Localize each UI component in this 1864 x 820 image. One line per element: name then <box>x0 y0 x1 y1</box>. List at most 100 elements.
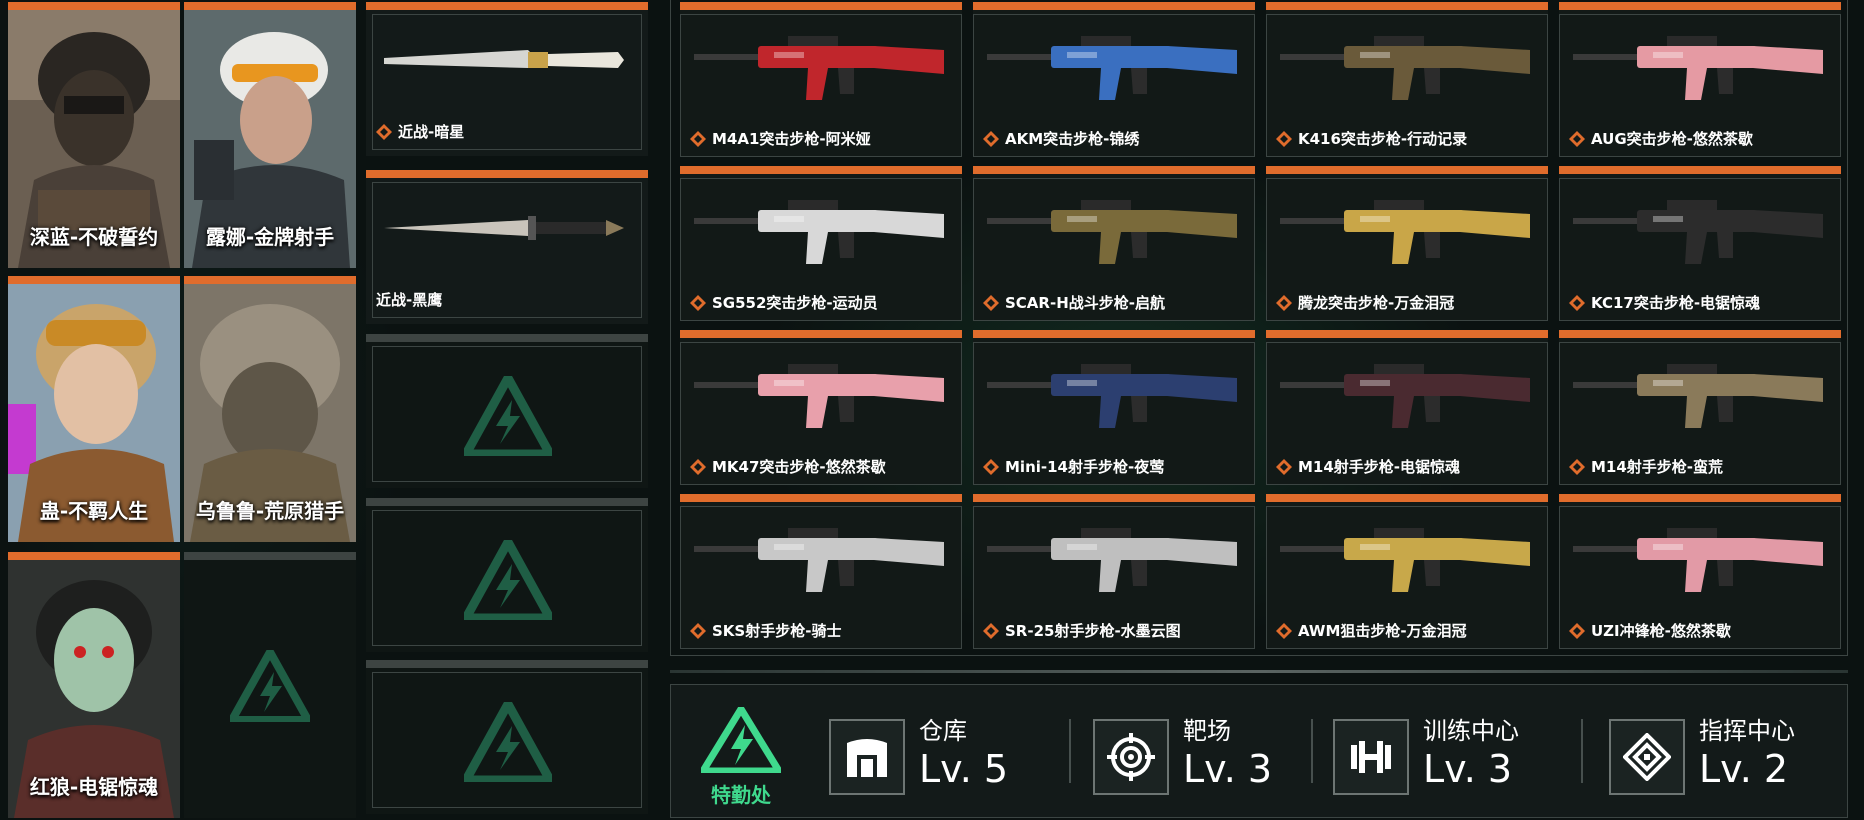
rarity-diamond-icon <box>1569 294 1585 311</box>
rifle-icon <box>694 36 944 100</box>
operator-card-honglang[interactable]: 红狼-电锯惊魂 <box>8 552 180 818</box>
operator-name: 露娜-金牌射手 <box>205 225 335 249</box>
facility-bar: 特勤处 仓库 Lv. 5 靶场 Lv. 3 训练中心 Lv. 3 指挥中心 Lv… <box>670 684 1848 818</box>
rarity-diamond-icon <box>1276 458 1292 475</box>
weapon-name: M4A1突击步枪-阿米娅 <box>712 130 871 148</box>
rifle-icon <box>1280 528 1530 592</box>
weapon-label: M4A1突击步枪-阿米娅 <box>690 128 871 149</box>
weapon-card[interactable]: SR-25射手步枪-水墨云图 <box>973 494 1255 649</box>
agency-lightning-logo <box>701 707 781 773</box>
operator-name: 乌鲁鲁-荒原猎手 <box>195 499 345 523</box>
weapon-card[interactable]: KC17突击步枪-电锯惊魂 <box>1559 166 1841 321</box>
weapon-label: 腾龙突击步枪-万金泪冠 <box>1276 292 1454 313</box>
weapon-label: SG552突击步枪-运动员 <box>690 292 878 313</box>
rifle-icon <box>1573 200 1823 264</box>
weapon-label: K416突击步枪-行动记录 <box>1276 128 1467 149</box>
melee-name: 近战-黑鹰 <box>376 291 443 309</box>
rarity-diamond-icon <box>983 294 999 311</box>
weapon-label: SCAR-H战斗步枪-启航 <box>983 292 1165 313</box>
operator-name: 蛊-不羁人生 <box>39 499 149 523</box>
facility-icon-frame <box>1609 719 1685 795</box>
melee-name: 近战-暗星 <box>398 123 465 141</box>
weapon-card[interactable]: K416突击步枪-行动记录 <box>1266 2 1548 157</box>
empty-slot-logo-icon <box>464 702 552 782</box>
rarity-diamond-icon <box>690 130 706 147</box>
weapon-name: KC17突击步枪-电锯惊魂 <box>1591 294 1761 312</box>
rarity-diamond-icon <box>1569 458 1585 475</box>
weapon-label: SKS射手步枪-骑士 <box>690 620 841 641</box>
rarity-diamond-icon <box>1276 622 1292 639</box>
rarity-diamond-icon <box>376 123 392 140</box>
rifle-icon <box>987 528 1237 592</box>
rarity-diamond-icon <box>1569 130 1585 147</box>
weapon-label: M14射手步枪-电锯惊魂 <box>1276 456 1460 477</box>
melee-card-heiying[interactable]: 近战-黑鹰 <box>366 170 648 324</box>
weapon-name: 腾龙突击步枪-万金泪冠 <box>1298 294 1455 312</box>
weapon-card[interactable]: M4A1突击步枪-阿米娅 <box>680 2 962 157</box>
weapon-name: M14射手步枪-电锯惊魂 <box>1298 458 1461 476</box>
rifle-icon <box>987 36 1237 100</box>
weapon-name: K416突击步枪-行动记录 <box>1298 130 1468 148</box>
facility-icon-frame <box>1093 719 1169 795</box>
weapon-name: UZI冲锋枪-悠然茶歇 <box>1591 622 1731 640</box>
weapon-name: AKM突击步枪-锦绣 <box>1005 130 1140 148</box>
weapon-name: MK47突击步枪-悠然茶歇 <box>712 458 886 476</box>
facility-training[interactable]: 训练中心 Lv. 3 <box>1305 705 1575 801</box>
facility-icon-frame <box>1333 719 1409 795</box>
rifle-icon <box>1280 364 1530 428</box>
rarity-diamond-icon <box>983 622 999 639</box>
agency-label: 特勤处 <box>711 783 771 807</box>
rarity-diamond-icon <box>1276 130 1292 147</box>
facility-command[interactable]: 指挥中心 Lv. 2 <box>1581 705 1841 801</box>
warehouse-icon <box>847 739 887 777</box>
weapon-label: AWM狙击步枪-万金泪冠 <box>1276 620 1467 641</box>
facility-level: Lv. 5 <box>919 747 1009 791</box>
operator-card-gu[interactable]: 蛊-不羁人生 <box>8 276 180 542</box>
weapon-card[interactable]: Mini-14射手步枪-夜莺 <box>973 330 1255 485</box>
weapon-label: SR-25射手步枪-水墨云图 <box>983 620 1181 641</box>
weapon-card[interactable]: M14射手步枪-电锯惊魂 <box>1266 330 1548 485</box>
rifle-icon <box>987 200 1237 264</box>
facility-level: Lv. 3 <box>1423 747 1513 791</box>
knife-icon <box>384 50 624 68</box>
melee-card-anxing[interactable]: 近战-暗星 <box>366 2 648 156</box>
facility-warehouse[interactable]: 仓库 Lv. 5 <box>801 705 1061 801</box>
weapon-card[interactable]: SG552突击步枪-运动员 <box>680 166 962 321</box>
rifle-icon <box>1573 528 1823 592</box>
rifle-icon <box>694 364 944 428</box>
rarity-diamond-icon <box>1276 294 1292 311</box>
melee-card-empty[interactable] <box>366 334 648 488</box>
weapon-card[interactable]: AKM突击步枪-锦绣 <box>973 2 1255 157</box>
weapon-name: SR-25射手步枪-水墨云图 <box>1005 622 1181 640</box>
operator-card-luna[interactable]: 露娜-金牌射手 <box>184 2 356 268</box>
weapon-label: AKM突击步枪-锦绣 <box>983 128 1139 149</box>
operator-card-wululu[interactable]: 乌鲁鲁-荒原猎手 <box>184 276 356 542</box>
weapon-name: M14射手步枪-蛮荒 <box>1591 458 1724 476</box>
operator-card-shenlan[interactable]: 深蓝-不破誓约 <box>8 2 180 268</box>
weapon-label: M14射手步枪-蛮荒 <box>1569 456 1723 477</box>
operator-card-empty[interactable] <box>184 552 356 818</box>
weapon-label: AUG突击步枪-悠然茶歇 <box>1569 128 1753 149</box>
weapon-card[interactable]: AUG突击步枪-悠然茶歇 <box>1559 2 1841 157</box>
weapon-label: Mini-14射手步枪-夜莺 <box>983 456 1164 477</box>
rarity-diamond-icon <box>690 622 706 639</box>
weapon-card[interactable]: M14射手步枪-蛮荒 <box>1559 330 1841 485</box>
rifle-icon <box>694 528 944 592</box>
rifle-icon <box>987 364 1237 428</box>
weapon-card[interactable]: UZI冲锋枪-悠然茶歇 <box>1559 494 1841 649</box>
melee-card-empty[interactable] <box>366 660 648 814</box>
rifle-icon <box>1280 200 1530 264</box>
facility-level: Lv. 2 <box>1699 747 1789 791</box>
rarity-diamond-icon <box>983 458 999 475</box>
weapon-label: KC17突击步枪-电锯惊魂 <box>1569 292 1760 313</box>
dagger-icon <box>384 216 624 240</box>
weapon-card[interactable]: AWM狙击步枪-万金泪冠 <box>1266 494 1548 649</box>
weapon-card[interactable]: SCAR-H战斗步枪-启航 <box>973 166 1255 321</box>
facility-range[interactable]: 靶场 Lv. 3 <box>1065 705 1325 801</box>
weapon-card[interactable]: MK47突击步枪-悠然茶歇 <box>680 330 962 485</box>
facility-name: 训练中心 <box>1423 717 1519 745</box>
weapon-card[interactable]: 腾龙突击步枪-万金泪冠 <box>1266 166 1548 321</box>
melee-label: 近战-黑鹰 <box>376 289 442 310</box>
melee-card-empty[interactable] <box>366 498 648 652</box>
weapon-card[interactable]: SKS射手步枪-骑士 <box>680 494 962 649</box>
